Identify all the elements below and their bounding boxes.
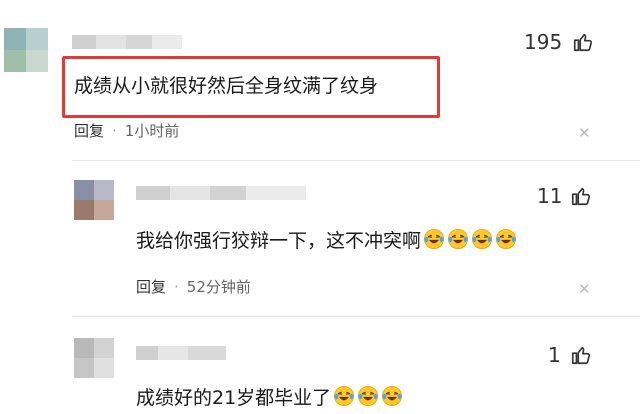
- meta-separator: ·: [112, 122, 117, 140]
- laughing-tears-emoji: [496, 229, 517, 249]
- comment-meta: 回复 · 52分钟前: [136, 277, 251, 297]
- username-blurred: [136, 346, 226, 360]
- thumbs-up-icon[interactable]: [572, 31, 594, 53]
- laughing-tears-emoji: [448, 229, 469, 249]
- reply-button[interactable]: 回复: [136, 278, 166, 296]
- laughing-tears-emoji: [382, 386, 403, 406]
- thumbs-up-icon[interactable]: [570, 344, 592, 366]
- close-icon[interactable]: ✕: [578, 125, 591, 141]
- username-blurred: [136, 186, 306, 200]
- thumbs-up-icon[interactable]: [570, 185, 592, 207]
- comment-time: 1小时前: [124, 122, 180, 140]
- comment-text: 成绩好的21岁都毕业了: [136, 385, 403, 410]
- comment-text: 成绩从小就很好然后全身纹满了纹身: [74, 75, 379, 97]
- divider: [72, 160, 640, 161]
- close-icon[interactable]: ✕: [578, 281, 591, 297]
- username-blurred: [72, 35, 182, 49]
- emoji-row: [421, 229, 517, 252]
- like-count: 11: [537, 184, 563, 208]
- like-count: 195: [524, 30, 563, 54]
- comment-text-body: 成绩好的21岁都毕业了: [136, 387, 332, 409]
- meta-separator: ·: [174, 278, 179, 296]
- avatar[interactable]: [74, 180, 114, 220]
- laughing-tears-emoji: [358, 386, 379, 406]
- reply-button[interactable]: 回复: [74, 122, 104, 140]
- laughing-tears-emoji: [334, 386, 355, 406]
- comment-text: 我给你强行狡辩一下，这不冲突啊: [136, 228, 517, 253]
- comment-meta: 回复 · 1小时前: [74, 121, 179, 141]
- comment-time: 52分钟前: [186, 278, 251, 296]
- laughing-tears-emoji: [424, 229, 445, 249]
- avatar[interactable]: [74, 338, 114, 378]
- emoji-row: [331, 386, 403, 409]
- comment-text-body: 我给你强行狡辩一下，这不冲突啊: [136, 230, 422, 252]
- avatar[interactable]: [4, 28, 48, 72]
- laughing-tears-emoji: [472, 229, 493, 249]
- divider: [72, 316, 640, 317]
- like-count: 1: [548, 343, 561, 367]
